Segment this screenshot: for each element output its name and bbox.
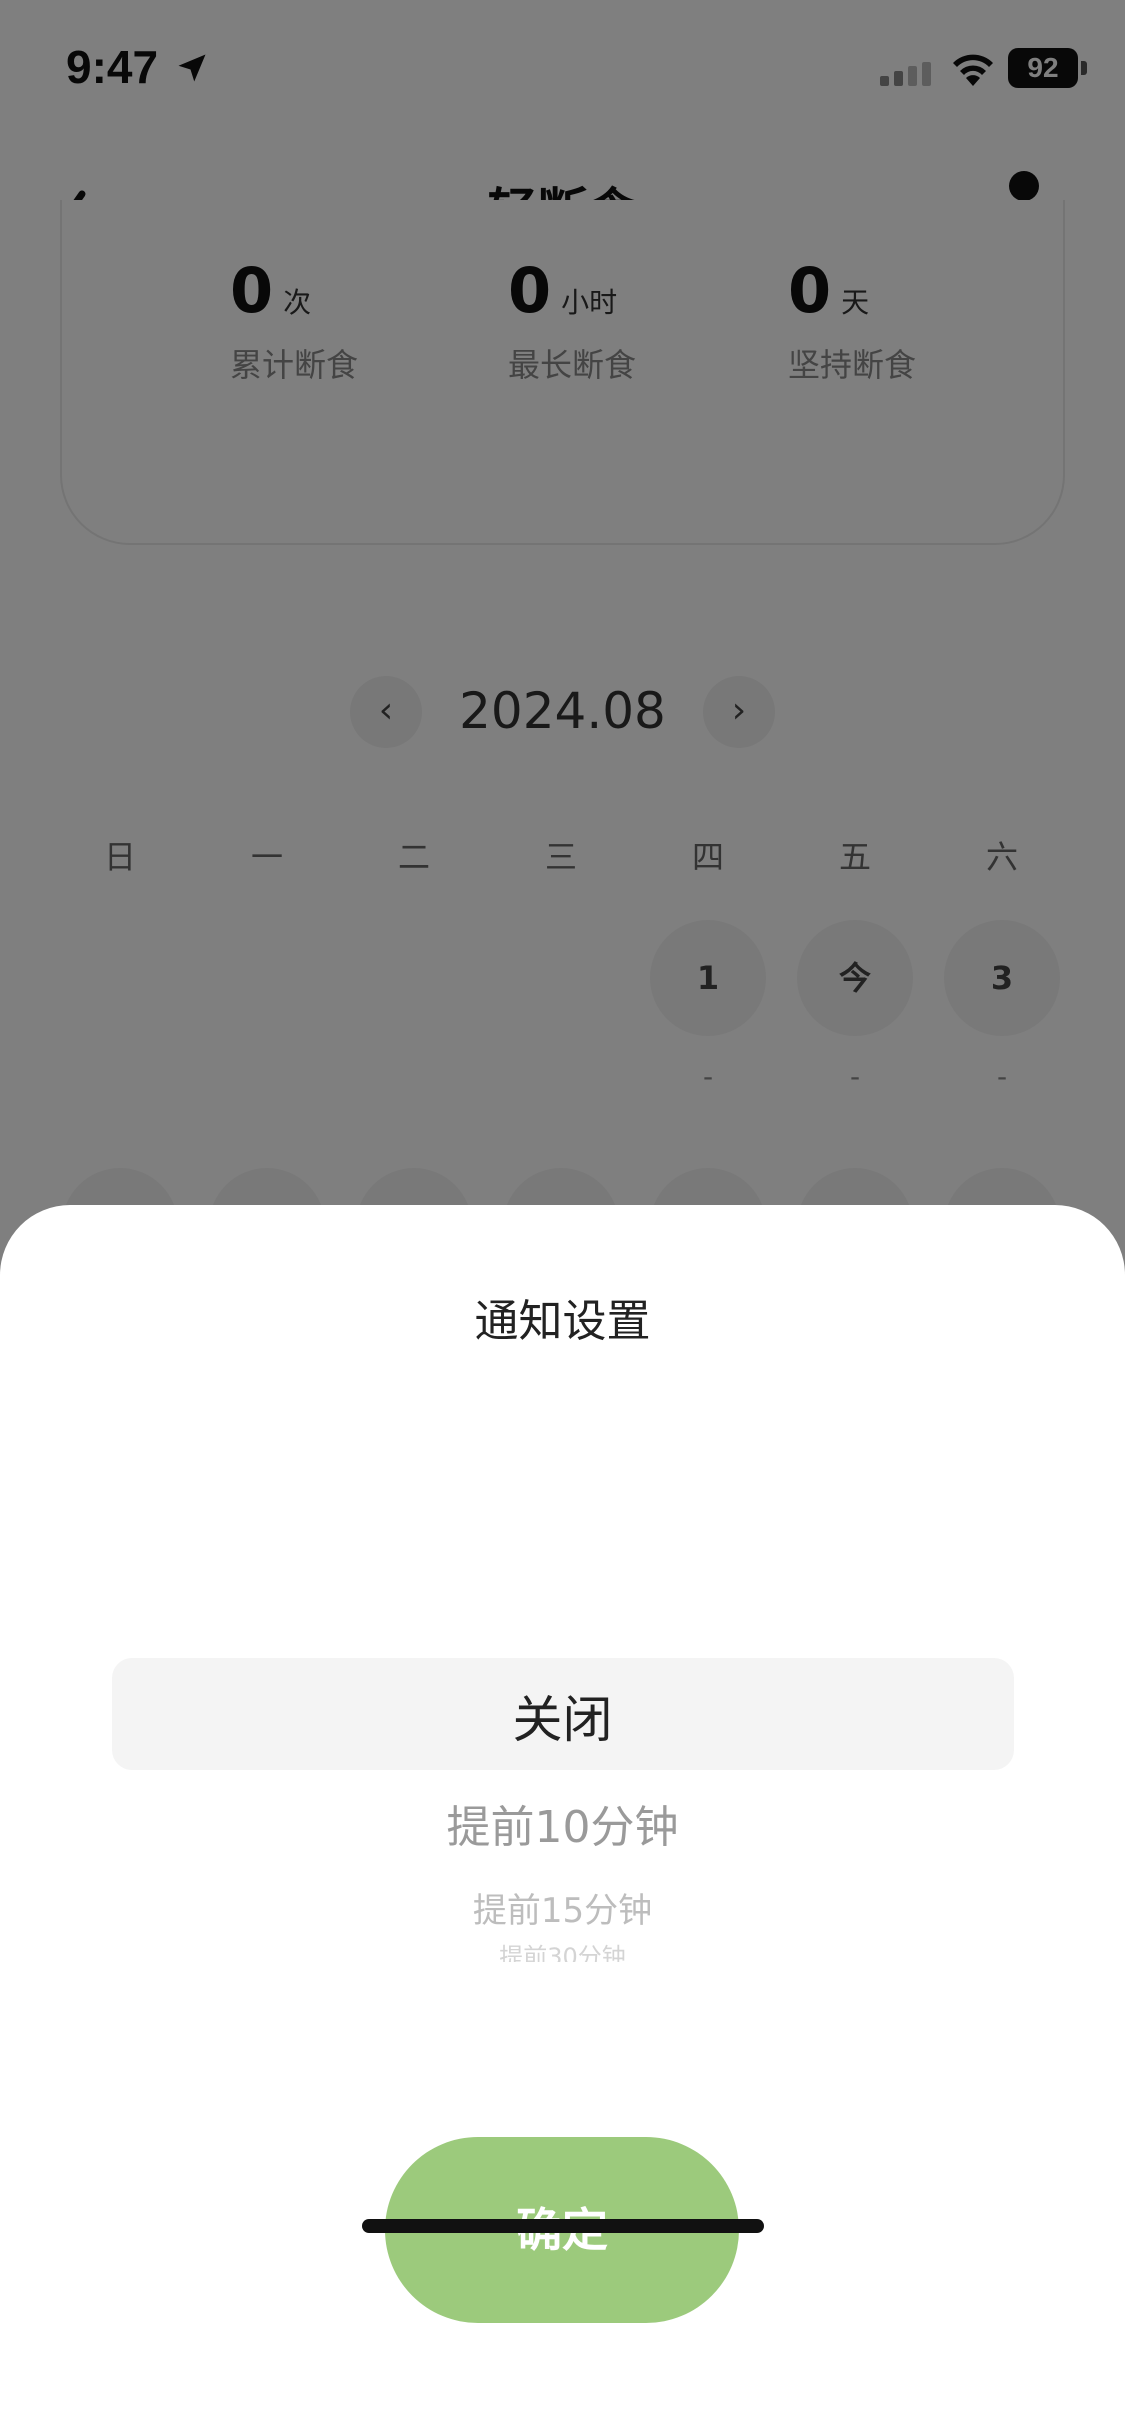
notification-settings-sheet: 通知设置 关闭 提前10分钟 提前15分钟 提前30分钟 确定: [0, 1205, 1125, 2436]
home-indicator: [362, 2219, 764, 2233]
picker-option-selected[interactable]: 关闭: [0, 1680, 1125, 1752]
picker-option[interactable]: 提前15分钟: [0, 1883, 1125, 1932]
sheet-title: 通知设置: [474, 1296, 651, 1347]
picker-option[interactable]: 提前10分钟: [0, 1791, 1125, 1855]
picker-option[interactable]: 提前30分钟: [0, 1940, 1125, 1962]
